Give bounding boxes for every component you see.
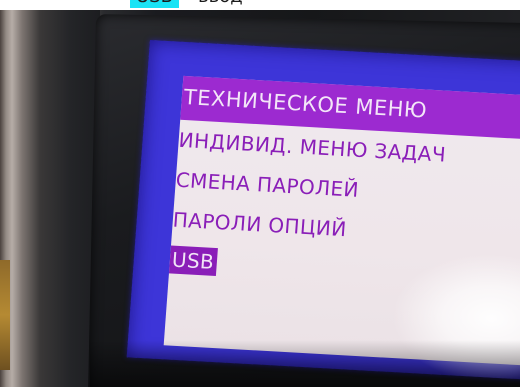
lcd-screen: ТЕХНИЧЕСКОЕ МЕНЮ ИНДИВИД. МЕНЮ ЗАДАЧ СМЕ… bbox=[126, 40, 520, 380]
caption-strip: USB ввод bbox=[0, 0, 520, 10]
menu-item-task-menu: ИНДИВИД. МЕНЮ ЗАДАЧ bbox=[177, 127, 447, 167]
caption-highlight: USB bbox=[130, 0, 179, 8]
menu-item-option-passwords: ПАРОЛИ ОПЦИЙ bbox=[172, 207, 348, 242]
caption-text: ввод bbox=[198, 0, 243, 8]
menu-title: ТЕХНИЧЕСКОЕ МЕНЮ bbox=[183, 85, 428, 123]
menu-item-change-passwords: СМЕНА ПАРОЛЕЙ bbox=[174, 167, 360, 202]
bezel-bottom-shadow bbox=[90, 340, 520, 387]
menu-item-usb-selected: USB bbox=[168, 245, 219, 277]
photo-stage: USB ввод ТЕХНИЧЕСКОЕ МЕНЮ ИНДИВИД. МЕНЮ … bbox=[0, 0, 520, 387]
lcd-content-area: ТЕХНИЧЕСКОЕ МЕНЮ ИНДИВИД. МЕНЮ ЗАДАЧ СМЕ… bbox=[163, 75, 520, 380]
device-left-edge bbox=[0, 260, 10, 370]
device-left-frame bbox=[0, 10, 100, 387]
